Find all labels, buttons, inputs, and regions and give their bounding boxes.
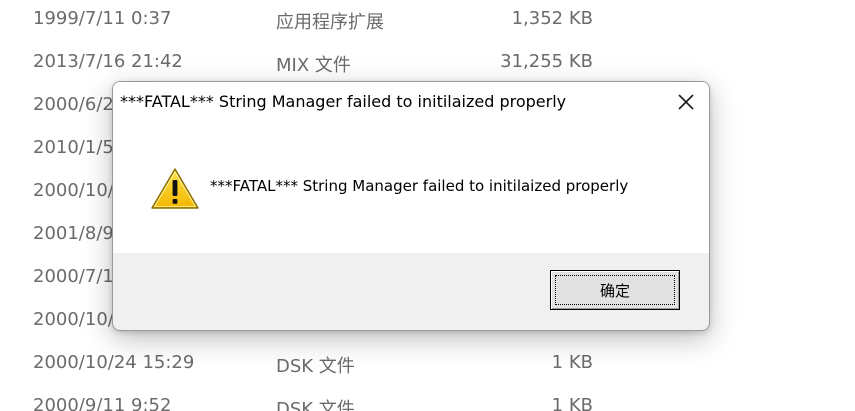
close-icon: [678, 94, 694, 110]
file-type: MIX 文件: [276, 55, 351, 76]
ok-button[interactable]: 确定: [550, 270, 680, 310]
warning-icon: [151, 168, 199, 209]
file-row[interactable]: 2000/10/24 15:29 DSK 文件 1 KB: [0, 344, 855, 387]
file-size: 1,352 KB: [511, 8, 593, 29]
file-type: 应用程序扩展: [276, 12, 384, 33]
file-date: 2000/9/11 9:52: [33, 395, 172, 411]
file-row[interactable]: 2000/9/11 9:52 DSK 文件 1 KB: [0, 387, 855, 411]
dialog-content: ***FATAL*** String Manager failed to ini…: [113, 121, 709, 253]
file-type: DSK 文件: [276, 356, 355, 377]
file-date: 2001/8/9: [33, 223, 114, 244]
file-size: 1 KB: [551, 352, 593, 373]
file-date: 2000/6/2: [33, 94, 114, 115]
file-size: 1 KB: [551, 395, 593, 411]
ok-button-label: 确定: [555, 275, 675, 305]
file-size: 31,255 KB: [500, 51, 593, 72]
file-date: 2000/7/1: [33, 266, 114, 287]
dialog-message: ***FATAL*** String Manager failed to ini…: [210, 177, 629, 195]
file-row[interactable]: 1999/7/11 0:37 应用程序扩展 1,352 KB: [0, 0, 855, 43]
file-type: DSK 文件: [276, 399, 355, 411]
file-date: 2010/1/5: [33, 137, 114, 158]
file-date: 2000/10/24 15:29: [33, 352, 195, 373]
close-button[interactable]: [673, 89, 699, 115]
file-date: 2013/7/16 21:42: [33, 51, 183, 72]
file-date: 2000/10/: [33, 180, 114, 201]
dialog-title: ***FATAL*** String Manager failed to ini…: [120, 92, 567, 111]
dialog-titlebar[interactable]: ***FATAL*** String Manager failed to ini…: [113, 82, 709, 121]
error-dialog: ***FATAL*** String Manager failed to ini…: [112, 81, 710, 331]
file-date: 1999/7/11 0:37: [33, 8, 172, 29]
file-row[interactable]: 2013/7/16 21:42 MIX 文件 31,255 KB: [0, 43, 855, 86]
file-date: 2000/10/: [33, 309, 114, 330]
screen: 1999/7/11 0:37 应用程序扩展 1,352 KB 2013/7/16…: [0, 0, 855, 411]
